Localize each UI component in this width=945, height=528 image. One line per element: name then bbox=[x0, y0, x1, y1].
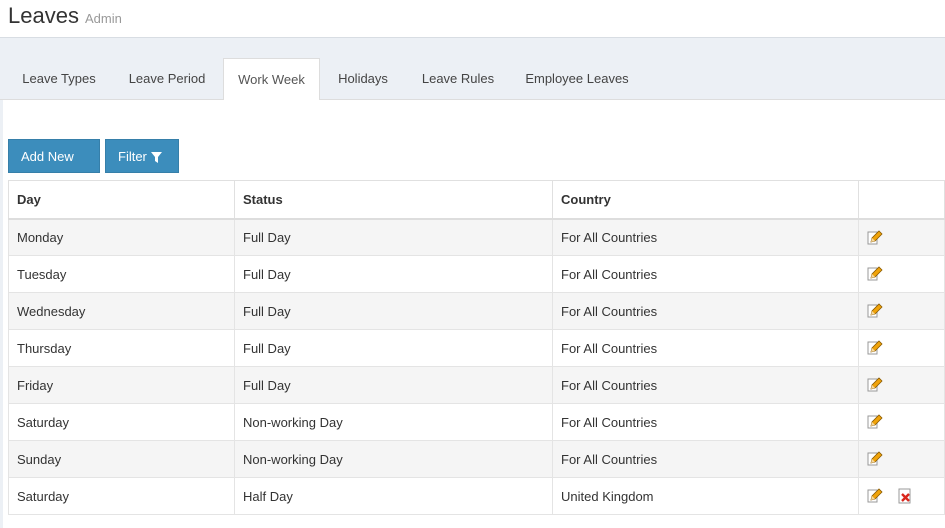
edit-pencil-icon[interactable] bbox=[867, 266, 883, 282]
tab-holidays[interactable]: Holidays bbox=[325, 58, 401, 100]
edit-pencil-icon[interactable] bbox=[867, 377, 883, 393]
table-row: Wednesday Full Day For All Countries bbox=[8, 292, 945, 330]
cell-country: For All Countries bbox=[552, 329, 859, 367]
cell-actions bbox=[858, 292, 945, 330]
cell-status: Half Day bbox=[234, 477, 553, 515]
tab-leave-rules[interactable]: Leave Rules bbox=[408, 58, 508, 100]
add-new-button[interactable]: Add New bbox=[8, 139, 100, 197]
cell-actions bbox=[858, 255, 945, 293]
tab-work-week[interactable]: Work Week bbox=[223, 58, 320, 101]
cell-actions bbox=[858, 440, 945, 478]
edit-pencil-icon[interactable] bbox=[867, 303, 883, 319]
funnel-icon bbox=[150, 152, 162, 163]
column-header-status[interactable]: Status bbox=[234, 180, 553, 220]
tab-employee-leaves[interactable]: Employee Leaves bbox=[514, 58, 640, 100]
cell-actions bbox=[858, 218, 945, 256]
content-area: Leave Types Leave Period Work Week Holid… bbox=[0, 38, 945, 528]
table-header-row: Day Status Country bbox=[8, 180, 945, 220]
cell-actions bbox=[858, 329, 945, 367]
cell-day: Saturday bbox=[8, 403, 235, 441]
page-subtitle: Admin bbox=[85, 11, 122, 26]
table-row: Saturday Half Day United Kingdom bbox=[8, 477, 945, 515]
delete-x-icon[interactable] bbox=[897, 488, 913, 504]
cell-country: For All Countries bbox=[552, 403, 859, 441]
tab-bar: Leave Types Leave Period Work Week Holid… bbox=[0, 58, 945, 101]
edit-pencil-icon[interactable] bbox=[867, 229, 883, 246]
cell-status: Full Day bbox=[234, 292, 553, 330]
cell-country: For All Countries bbox=[552, 292, 859, 330]
cell-country: For All Countries bbox=[552, 218, 859, 256]
cell-status: Full Day bbox=[234, 329, 553, 367]
cell-day: Monday bbox=[8, 218, 235, 256]
edit-pencil-icon[interactable] bbox=[867, 451, 883, 467]
cell-actions bbox=[858, 477, 945, 515]
column-header-actions bbox=[858, 180, 945, 220]
cell-country: For All Countries bbox=[552, 366, 859, 404]
cell-status: Full Day bbox=[234, 255, 553, 293]
work-week-table: Day Status Country Monday Full Day For All… bbox=[8, 180, 945, 515]
cell-day: Saturday bbox=[8, 477, 235, 515]
table-body: Monday Full Day For All Countries Tuesday Fu… bbox=[8, 218, 945, 515]
table-row: Monday Full Day For All Countries bbox=[8, 218, 945, 256]
cell-country: United Kingdom bbox=[552, 477, 859, 515]
cell-status: Full Day bbox=[234, 366, 553, 404]
cell-country: For All Countries bbox=[552, 255, 859, 293]
table-row: Friday Full Day For All Countries bbox=[8, 366, 945, 404]
tab-leave-period[interactable]: Leave Period bbox=[115, 58, 219, 100]
cell-actions bbox=[858, 366, 945, 404]
cell-status: Non-working Day bbox=[234, 440, 553, 478]
cell-status: Full Day bbox=[234, 218, 553, 256]
add-new-label: Add New bbox=[21, 149, 74, 164]
cell-day: Wednesday bbox=[8, 292, 235, 330]
table-row: Saturday Non-working Day For All Countries bbox=[8, 403, 945, 441]
cell-day: Thursday bbox=[8, 329, 235, 367]
cell-day: Sunday bbox=[8, 440, 235, 478]
edit-pencil-icon[interactable] bbox=[867, 340, 883, 356]
tab-leave-types[interactable]: Leave Types bbox=[8, 58, 110, 100]
edit-pencil-icon[interactable] bbox=[867, 488, 883, 504]
column-header-day[interactable]: Day bbox=[8, 180, 235, 220]
cell-actions bbox=[858, 403, 945, 441]
filter-label: Filter bbox=[118, 149, 147, 164]
column-header-country[interactable]: Country bbox=[552, 180, 859, 220]
cell-status: Non-working Day bbox=[234, 403, 553, 441]
cell-country: For All Countries bbox=[552, 440, 859, 478]
filter-button[interactable]: Filter bbox=[105, 139, 179, 173]
edit-pencil-icon[interactable] bbox=[867, 414, 883, 430]
table-row: Sunday Non-working Day For All Countries bbox=[8, 440, 945, 478]
page-title: Leaves bbox=[8, 3, 79, 28]
table-row: Tuesday Full Day For All Countries bbox=[8, 255, 945, 293]
table-row: Thursday Full Day For All Countries bbox=[8, 329, 945, 367]
page-header: Leaves Admin bbox=[0, 0, 945, 38]
cell-day: Friday bbox=[8, 366, 235, 404]
cell-day: Tuesday bbox=[8, 255, 235, 293]
